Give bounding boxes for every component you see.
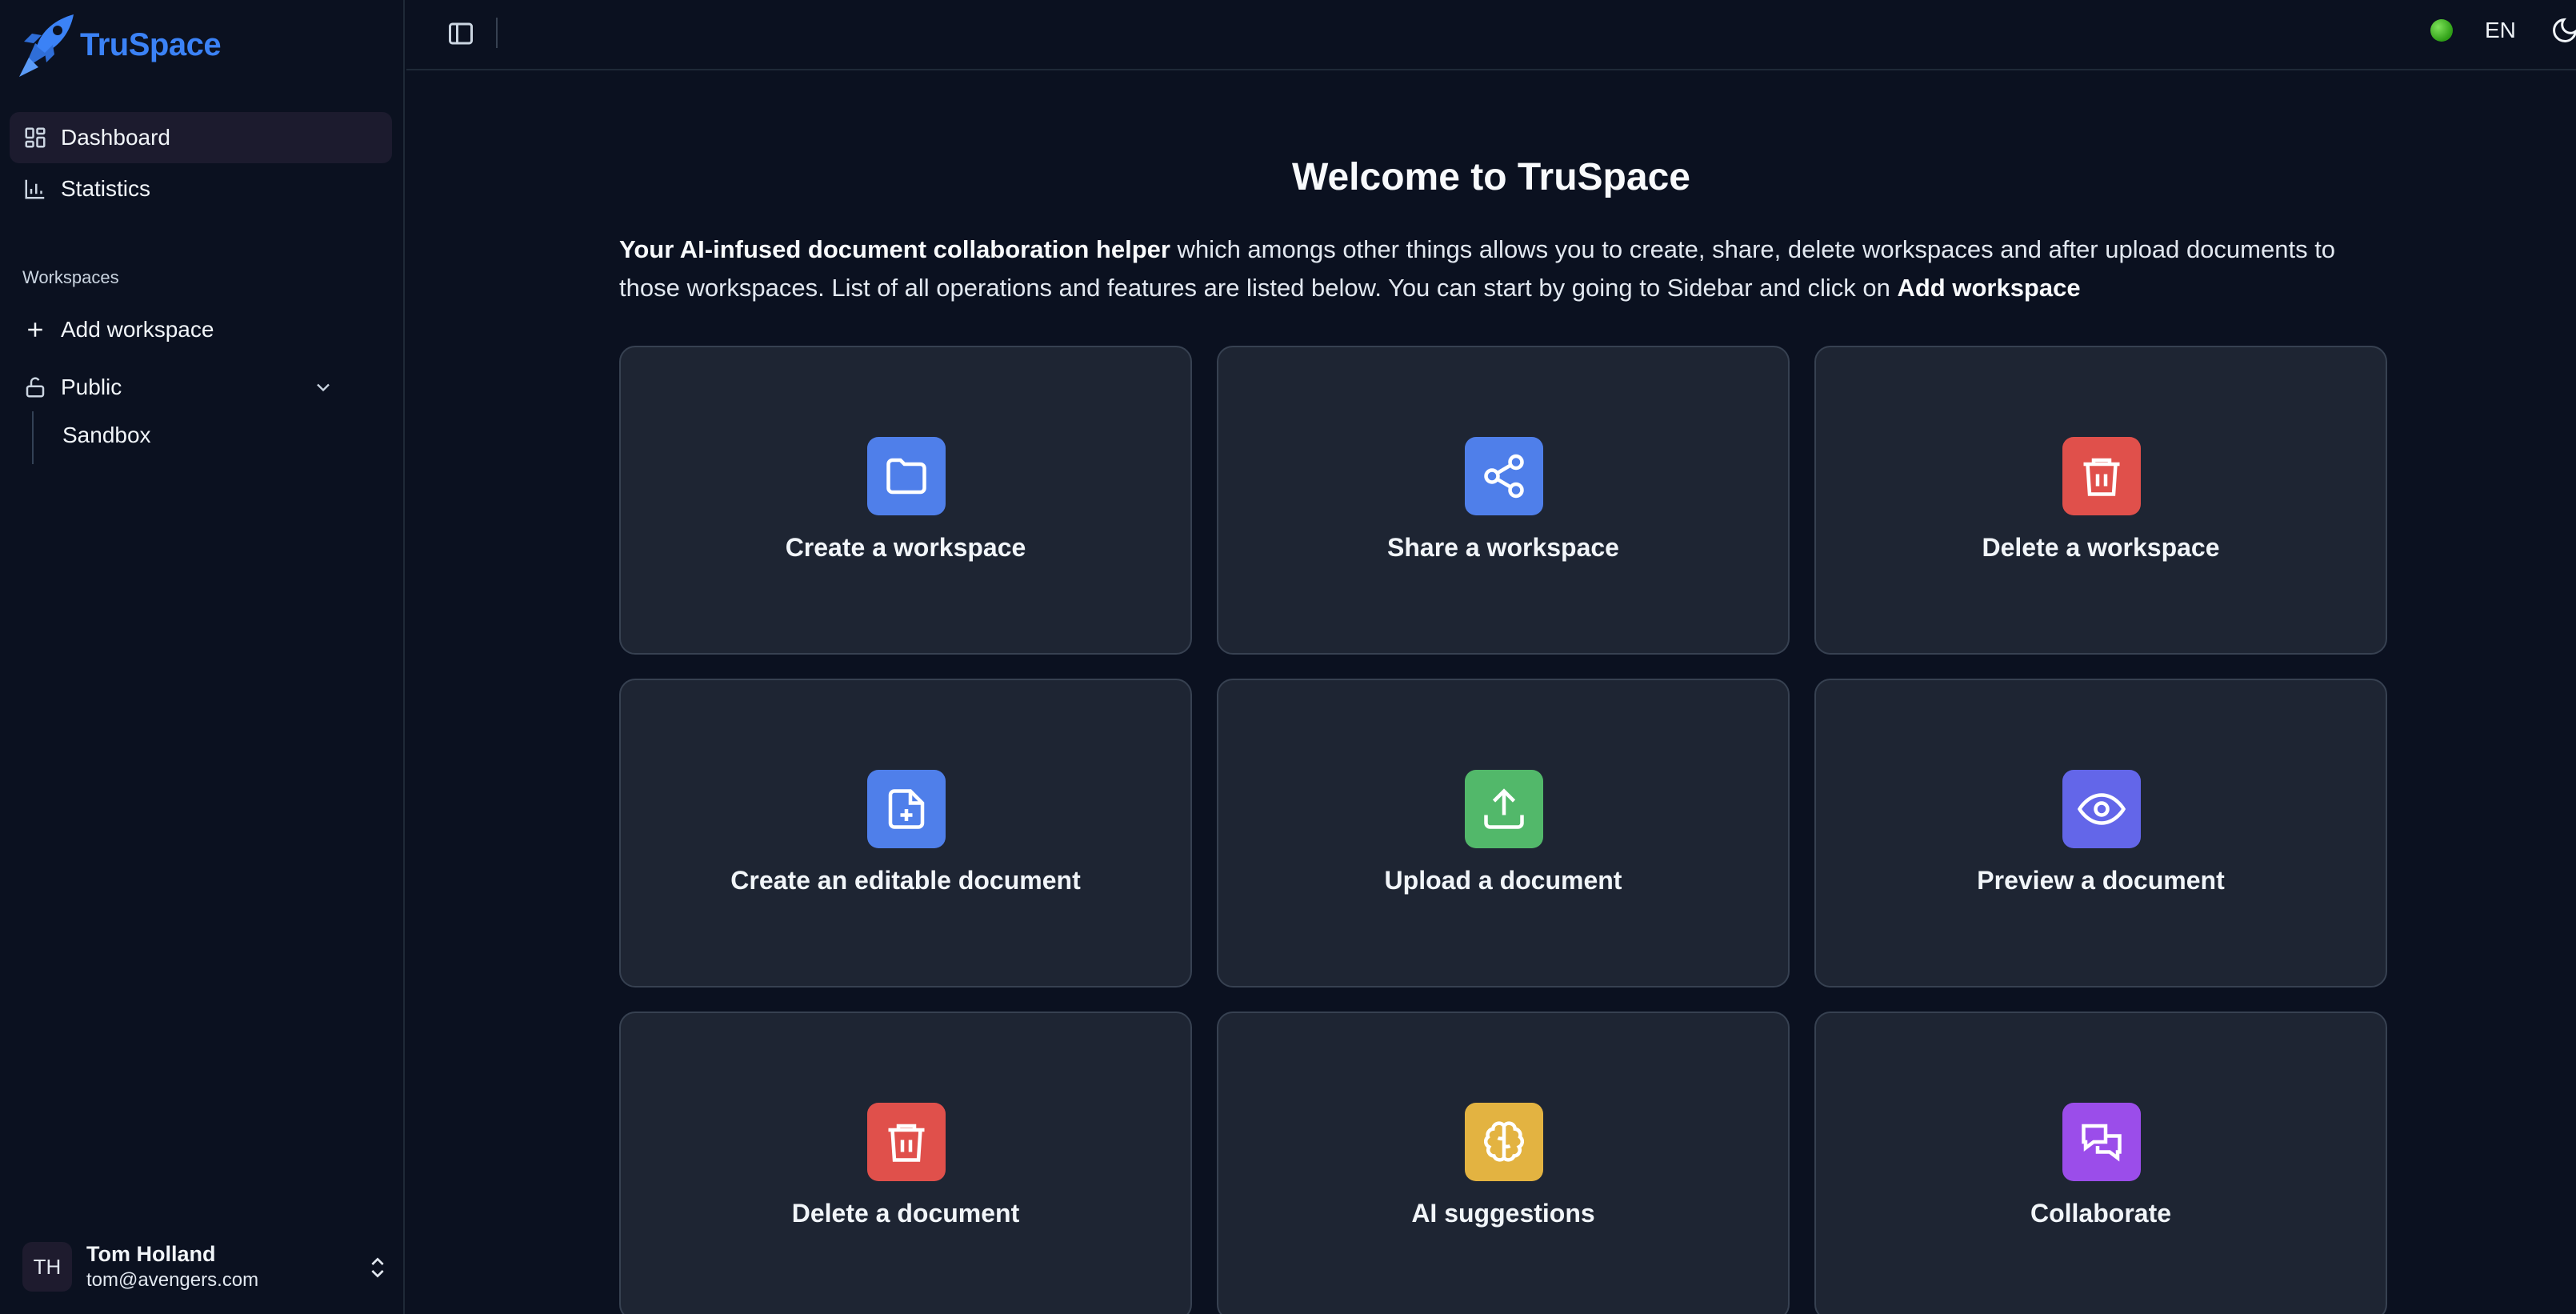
sidebar-item-label: Statistics	[61, 176, 151, 201]
rocket-logo-icon	[19, 14, 74, 77]
sidebar-item-label: Dashboard	[61, 125, 170, 150]
intro-bold-lead: Your AI-infused document collaboration h…	[619, 235, 1170, 263]
sidebar-item-statistics[interactable]: Statistics	[10, 163, 392, 214]
eye-icon	[2062, 770, 2141, 848]
workspace-item-sandbox[interactable]: Sandbox	[62, 423, 151, 448]
intro-bold-tail: Add workspace	[1897, 274, 2081, 302]
feature-card-label: Preview a document	[1977, 866, 2225, 895]
brain-icon	[1465, 1103, 1543, 1181]
upload-icon	[1465, 770, 1543, 848]
feature-card-label: Create a workspace	[785, 533, 1026, 562]
avatar: TH	[22, 1242, 72, 1292]
sidebar: TruSpace Dashboard Statistics Workspaces	[0, 0, 405, 1314]
language-switcher[interactable]: EN	[2485, 18, 2516, 43]
feature-card-create-workspace[interactable]: Create a workspace	[619, 346, 1192, 655]
feature-card-label: Delete a workspace	[1982, 533, 2220, 562]
share-icon	[1465, 437, 1543, 515]
feature-card-delete-workspace[interactable]: Delete a workspace	[1814, 346, 2387, 655]
user-name: Tom Holland	[86, 1242, 216, 1266]
trash-icon	[867, 1103, 946, 1181]
page-title: Welcome to TruSpace	[1292, 156, 1690, 198]
plus-icon	[22, 317, 48, 343]
user-menu[interactable]: TH Tom Holland tom@avengers.com	[22, 1240, 390, 1296]
feature-card-collaborate[interactable]: Collaborate	[1814, 1012, 2387, 1314]
dashboard-icon	[22, 125, 48, 150]
chat-icon	[2062, 1103, 2141, 1181]
status-indicator	[2430, 19, 2453, 42]
toolbar-divider	[496, 18, 498, 48]
folder-icon	[867, 437, 946, 515]
feature-card-delete-document[interactable]: Delete a document	[619, 1012, 1192, 1314]
feature-card-label: Create an editable document	[730, 866, 1081, 895]
add-workspace-button[interactable]: Add workspace	[10, 304, 392, 355]
feature-card-label: Upload a document	[1384, 866, 1622, 895]
workspace-group-label: Public	[61, 375, 122, 399]
file-plus-icon	[867, 770, 946, 848]
chevrons-up-down-icon[interactable]	[365, 1255, 390, 1280]
workspace-group-public[interactable]: Public	[10, 362, 392, 413]
trash-icon	[2062, 437, 2141, 515]
unlock-icon	[22, 375, 48, 400]
intro-text: Your AI-infused document collaboration h…	[619, 230, 2387, 307]
add-workspace-label: Add workspace	[61, 317, 214, 342]
feature-card-create-document[interactable]: Create an editable document	[619, 679, 1192, 988]
feature-card-preview-document[interactable]: Preview a document	[1814, 679, 2387, 988]
moon-icon[interactable]	[2550, 16, 2576, 45]
app-name: TruSpace	[80, 26, 222, 62]
app-logo[interactable]: TruSpace	[18, 11, 222, 78]
chevron-down-icon[interactable]	[312, 376, 334, 399]
app-root: TruSpace Dashboard Statistics Workspaces	[0, 0, 2576, 1314]
bar-chart-icon	[22, 176, 48, 202]
feature-card-label: AI suggestions	[1411, 1199, 1595, 1228]
user-email: tom@avengers.com	[86, 1269, 259, 1291]
top-bar: EN	[406, 0, 2576, 70]
feature-card-label: Collaborate	[2030, 1199, 2172, 1228]
feature-card-label: Share a workspace	[1387, 533, 1619, 562]
sidebar-toggle-icon[interactable]	[446, 19, 475, 48]
feature-card-ai-suggestions[interactable]: AI suggestions	[1217, 1012, 1790, 1314]
workspaces-section-label: Workspaces	[22, 267, 119, 287]
sidebar-item-dashboard[interactable]: Dashboard	[10, 112, 392, 163]
feature-card-label: Delete a document	[791, 1199, 1020, 1228]
feature-card-share-workspace[interactable]: Share a workspace	[1217, 346, 1790, 655]
tree-line	[32, 411, 34, 464]
feature-card-upload-document[interactable]: Upload a document	[1217, 679, 1790, 988]
